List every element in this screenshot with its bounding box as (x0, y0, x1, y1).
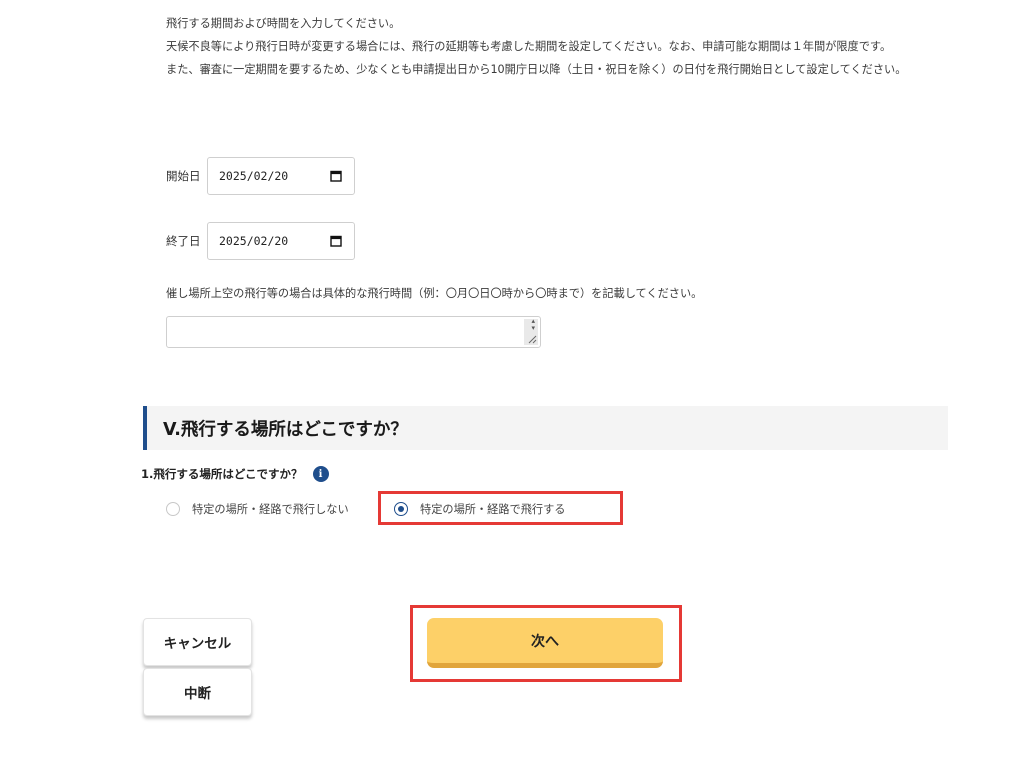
start-date-input[interactable]: 2025/02/20 (207, 157, 355, 195)
option-label: 特定の場所・経路で飛行しない (192, 503, 349, 516)
cancel-button[interactable]: キャンセル (143, 618, 252, 666)
section-title: V.飛行する場所はどこですか？ (163, 419, 408, 440)
instructions: 飛行する期間および時間を入力してください。 天候不良等により飛行日時が変更する場… (166, 12, 952, 81)
radio-unchecked[interactable] (166, 502, 180, 516)
start-date-value: 2025/02/20 (219, 169, 289, 183)
instruction-line-3: また、審査に一定期間を要するため、少なくとも申請提出日から10開庁日以降（土日・… (166, 63, 907, 76)
calendar-icon[interactable] (330, 235, 342, 247)
instruction-line-2: 天候不良等により飛行日時が変更する場合には、飛行の延期等も考慮した期間を設定して… (166, 40, 892, 53)
end-date-label: 終了日 (166, 234, 201, 248)
highlight-box (378, 491, 623, 525)
section-header: V.飛行する場所はどこですか？ (143, 406, 948, 450)
end-date-input[interactable]: 2025/02/20 (207, 222, 355, 260)
spinner-arrows-icon[interactable]: ▴ ▾ (531, 318, 535, 332)
highlight-box (410, 605, 682, 682)
instruction-line-1: 飛行する期間および時間を入力してください。 (166, 17, 401, 30)
event-time-textarea[interactable]: ▴ ▾ (166, 316, 541, 348)
end-date-row: 終了日 2025/02/20 (166, 222, 355, 260)
start-date-row: 開始日 2025/02/20 (166, 157, 355, 195)
suspend-button[interactable]: 中断 (143, 668, 252, 716)
resize-grip-icon[interactable] (527, 334, 537, 344)
question-label: 1.飛行する場所はどこですか？ (141, 467, 303, 481)
location-question: 1.飛行する場所はどこですか？ i (141, 466, 329, 482)
event-time-note: 催し場所上空の飛行等の場合は具体的な飛行時間（例：〇月〇日〇時から〇時まで）を記… (166, 287, 703, 300)
option-no-specific-route[interactable]: 特定の場所・経路で飛行しない (166, 501, 349, 517)
end-date-value: 2025/02/20 (219, 234, 289, 248)
calendar-icon[interactable] (330, 170, 342, 182)
start-date-label: 開始日 (166, 169, 201, 183)
info-icon[interactable]: i (312, 466, 329, 482)
